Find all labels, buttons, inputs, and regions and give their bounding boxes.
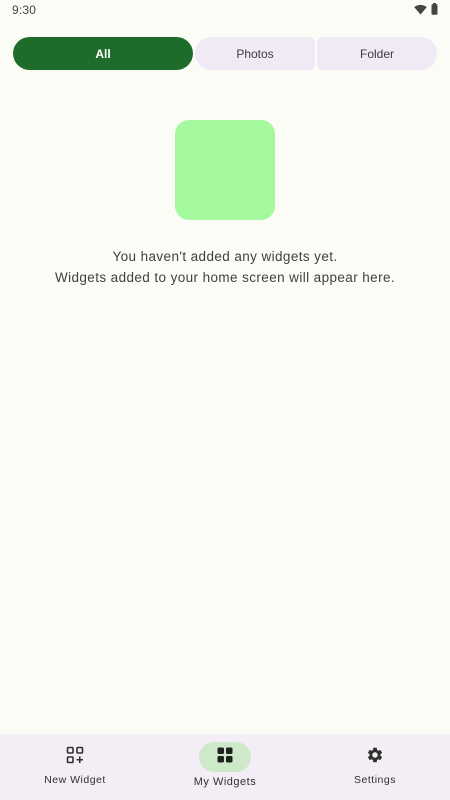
gear-icon — [366, 746, 384, 769]
widgets-grid-icon — [216, 746, 234, 769]
empty-state-message: You haven't added any widgets yet. Widge… — [0, 246, 450, 288]
nav-item-settings[interactable]: Settings — [300, 734, 450, 800]
nav-icon-container — [49, 742, 101, 772]
status-time: 9:30 — [12, 3, 37, 17]
status-icons — [414, 3, 438, 15]
empty-state-line-1: You haven't added any widgets yet. — [112, 249, 338, 264]
filter-tabs: All Photos Folder — [13, 37, 437, 70]
nav-label-my-widgets: My Widgets — [193, 776, 257, 788]
nav-icon-container — [349, 742, 401, 772]
add-widget-icon — [66, 746, 84, 769]
tab-photos[interactable]: Photos — [195, 37, 315, 70]
status-bar: 9:30 — [0, 0, 450, 24]
wifi-icon — [414, 4, 427, 15]
nav-label-settings: Settings — [354, 774, 396, 786]
tab-folder[interactable]: Folder — [317, 37, 437, 70]
empty-state-line-2: Widgets added to your home screen will a… — [54, 270, 396, 285]
bottom-navigation: New Widget My Widgets Settings — [0, 734, 450, 800]
tab-all[interactable]: All — [13, 37, 193, 70]
nav-active-indicator — [199, 742, 251, 772]
battery-icon — [431, 3, 438, 15]
nav-item-new-widget[interactable]: New Widget — [0, 734, 150, 800]
empty-state-illustration — [175, 120, 275, 220]
nav-item-my-widgets[interactable]: My Widgets — [150, 734, 300, 800]
nav-label-new-widget: New Widget — [44, 774, 106, 786]
